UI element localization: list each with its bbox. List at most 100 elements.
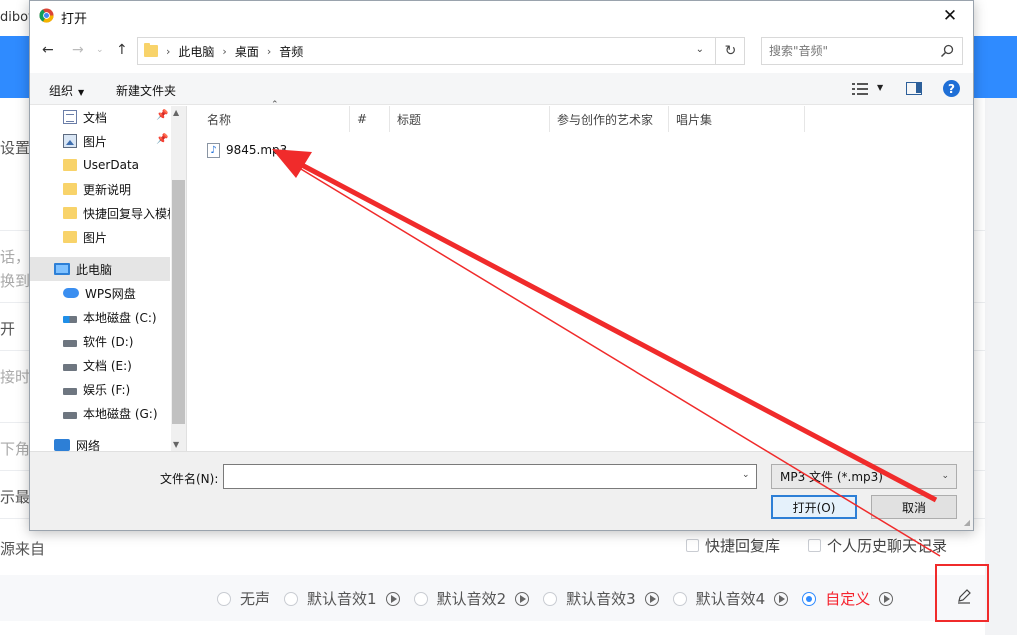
folder-icon [144,43,158,57]
nav-item-quick-reply-template[interactable]: 快捷回复导入模板 [30,201,170,225]
column-header-title[interactable]: 标题 [390,106,550,132]
breadcrumb-item[interactable]: 此电脑 [178,43,214,60]
scroll-down-icon[interactable]: ▼ [173,440,179,449]
new-folder-button[interactable]: 新建文件夹 [116,82,176,99]
nav-item-pictures-folder[interactable]: 图片 [30,225,170,249]
recent-dropdown-icon[interactable]: ⌄ [96,45,104,55]
column-header-album[interactable]: 唱片集 [669,106,805,132]
scroll-up-icon[interactable]: ▲ [173,108,179,117]
sound-option-label: 默认音效2 [436,590,507,608]
checkbox-label: 个人历史聊天记录 [827,537,948,555]
pin-icon: 📌 [156,110,169,121]
sound-option-label: 默认音效1 [307,590,377,608]
view-options-icon[interactable] [852,83,868,95]
search-box[interactable] [761,37,963,65]
file-list: ⌃ 名称 # 标题 参与创作的艺术家 唱片集 ♪ 9845.mp3 [187,100,973,451]
column-header-number[interactable]: # [350,106,390,132]
search-input[interactable] [762,38,932,64]
up-arrow-icon[interactable]: ↑ [116,42,128,58]
setting-label-fragment: 开 [0,320,16,338]
nav-item-network[interactable]: 网络 [30,433,170,451]
sound-options: 无声 默认音效1 默认音效2 默认音效3 默认音效4 自定义 [217,588,907,609]
radio[interactable] [672,591,687,606]
play-icon[interactable] [385,591,400,606]
play-icon[interactable] [644,591,659,606]
dialog-toolbar: 组织 ▼ 新建文件夹 ▼ ? [30,73,973,105]
file-row[interactable]: ♪ 9845.mp3 [207,140,287,160]
play-icon[interactable] [515,591,530,606]
preview-pane-icon[interactable] [906,82,922,95]
radio[interactable] [284,591,299,606]
column-header-name[interactable]: ⌃ 名称 [187,100,350,132]
chevron-down-icon[interactable]: ⌄ [742,470,750,480]
forward-arrow-icon[interactable]: → [72,42,84,58]
sound-option-default-3[interactable]: 默认音效3 [543,588,659,609]
radio[interactable] [543,591,558,606]
open-button[interactable]: 打开(O) [771,495,857,519]
dialog-title-bar: 打开 ✕ [30,1,973,31]
scrollbar-thumb[interactable] [172,180,185,424]
nav-item-this-pc[interactable]: 此电脑 [30,257,170,281]
breadcrumb-separator: › [222,44,227,58]
breadcrumb-item[interactable]: 音频 [279,43,303,60]
nav-item-label: 更新说明 [83,182,132,197]
sound-option-label: 自定义 [825,590,871,608]
nav-item-label: 图片 [83,230,108,245]
radio[interactable] [217,591,231,606]
breadcrumb-item[interactable]: 桌面 [235,43,259,60]
radio-selected[interactable] [802,591,817,606]
address-row: ← → ⌄ ↑ › 此电脑 › 桌面 › 音频 ⌄ ↻ [30,34,973,68]
nav-item-drive-d[interactable]: 软件 (D:) [30,329,170,353]
file-type-select[interactable]: MP3 文件 (*.mp3) ⌄ [771,464,957,489]
cancel-button[interactable]: 取消 [871,495,957,519]
sound-option-label: 默认音效3 [566,590,636,608]
nav-scrollbar[interactable]: ▲ ▼ [171,106,186,451]
caret-down-icon[interactable]: ▼ [877,83,883,92]
nav-item-wps-cloud[interactable]: WPS网盘 [30,281,170,305]
caret-down-icon: ▼ [78,88,85,97]
setting-label-fragment: 设置 [0,139,31,157]
chevron-down-icon: ⌄ [941,471,949,481]
checkbox-quick-reply[interactable] [686,539,699,552]
nav-item-pictures[interactable]: 图片 📌 [30,129,170,153]
help-icon[interactable]: ? [943,80,960,97]
nav-item-update-notes[interactable]: 更新说明 [30,177,170,201]
nav-item-drive-g[interactable]: 本地磁盘 (G:) [30,401,170,425]
resize-grip-icon[interactable]: ◢ [964,518,970,527]
refresh-button[interactable]: ↻ [715,37,745,65]
close-button[interactable]: ✕ [927,1,973,31]
radio[interactable] [413,591,428,606]
sound-option-none[interactable]: 无声 [217,588,270,609]
search-icon[interactable] [940,44,954,58]
column-header-artist[interactable]: 参与创作的艺术家 [550,106,669,132]
nav-item-label: 娱乐 (F:) [83,382,131,397]
sound-option-default-1[interactable]: 默认音效1 [284,588,400,609]
drive-icon [63,411,77,419]
column-header-label: 标题 [397,112,422,127]
nav-item-drive-c[interactable]: 本地磁盘 (C:) [30,305,170,329]
nav-item-label: 快捷回复导入模板 [83,206,170,221]
back-arrow-icon[interactable]: ← [42,42,54,58]
nav-item-userdata[interactable]: UserData [30,153,170,177]
play-icon[interactable] [879,591,894,606]
sound-option-label: 默认音效4 [695,590,766,608]
organize-menu[interactable]: 组织 ▼ [49,82,84,99]
checkbox-chat-history[interactable] [808,539,822,552]
address-bar[interactable]: › 此电脑 › 桌面 › 音频 ⌄ [137,37,745,65]
chevron-down-icon[interactable]: ⌄ [696,44,704,55]
sound-option-default-2[interactable]: 默认音效2 [413,588,530,609]
setting-label-fragment: 下角 [0,440,31,458]
drive-icon [63,339,77,347]
audio-file-icon: ♪ [207,142,220,158]
setting-label-fragment: 换到 [0,272,31,290]
nav-item-drive-f[interactable]: 娱乐 (F:) [30,377,170,401]
play-icon[interactable] [774,591,789,606]
nav-item-drive-e[interactable]: 文档 (E:) [30,353,170,377]
sound-option-custom[interactable]: 自定义 [802,588,894,609]
breadcrumb-separator: › [266,44,272,58]
dialog-footer: 文件名(N): ⌄ MP3 文件 (*.mp3) ⌄ 打开(O) 取消 ◢ [30,451,973,530]
sound-option-default-4[interactable]: 默认音效4 [672,588,789,609]
filename-input[interactable] [223,464,757,489]
nav-item-documents[interactable]: 文档 📌 [30,106,170,129]
network-icon [54,439,70,451]
